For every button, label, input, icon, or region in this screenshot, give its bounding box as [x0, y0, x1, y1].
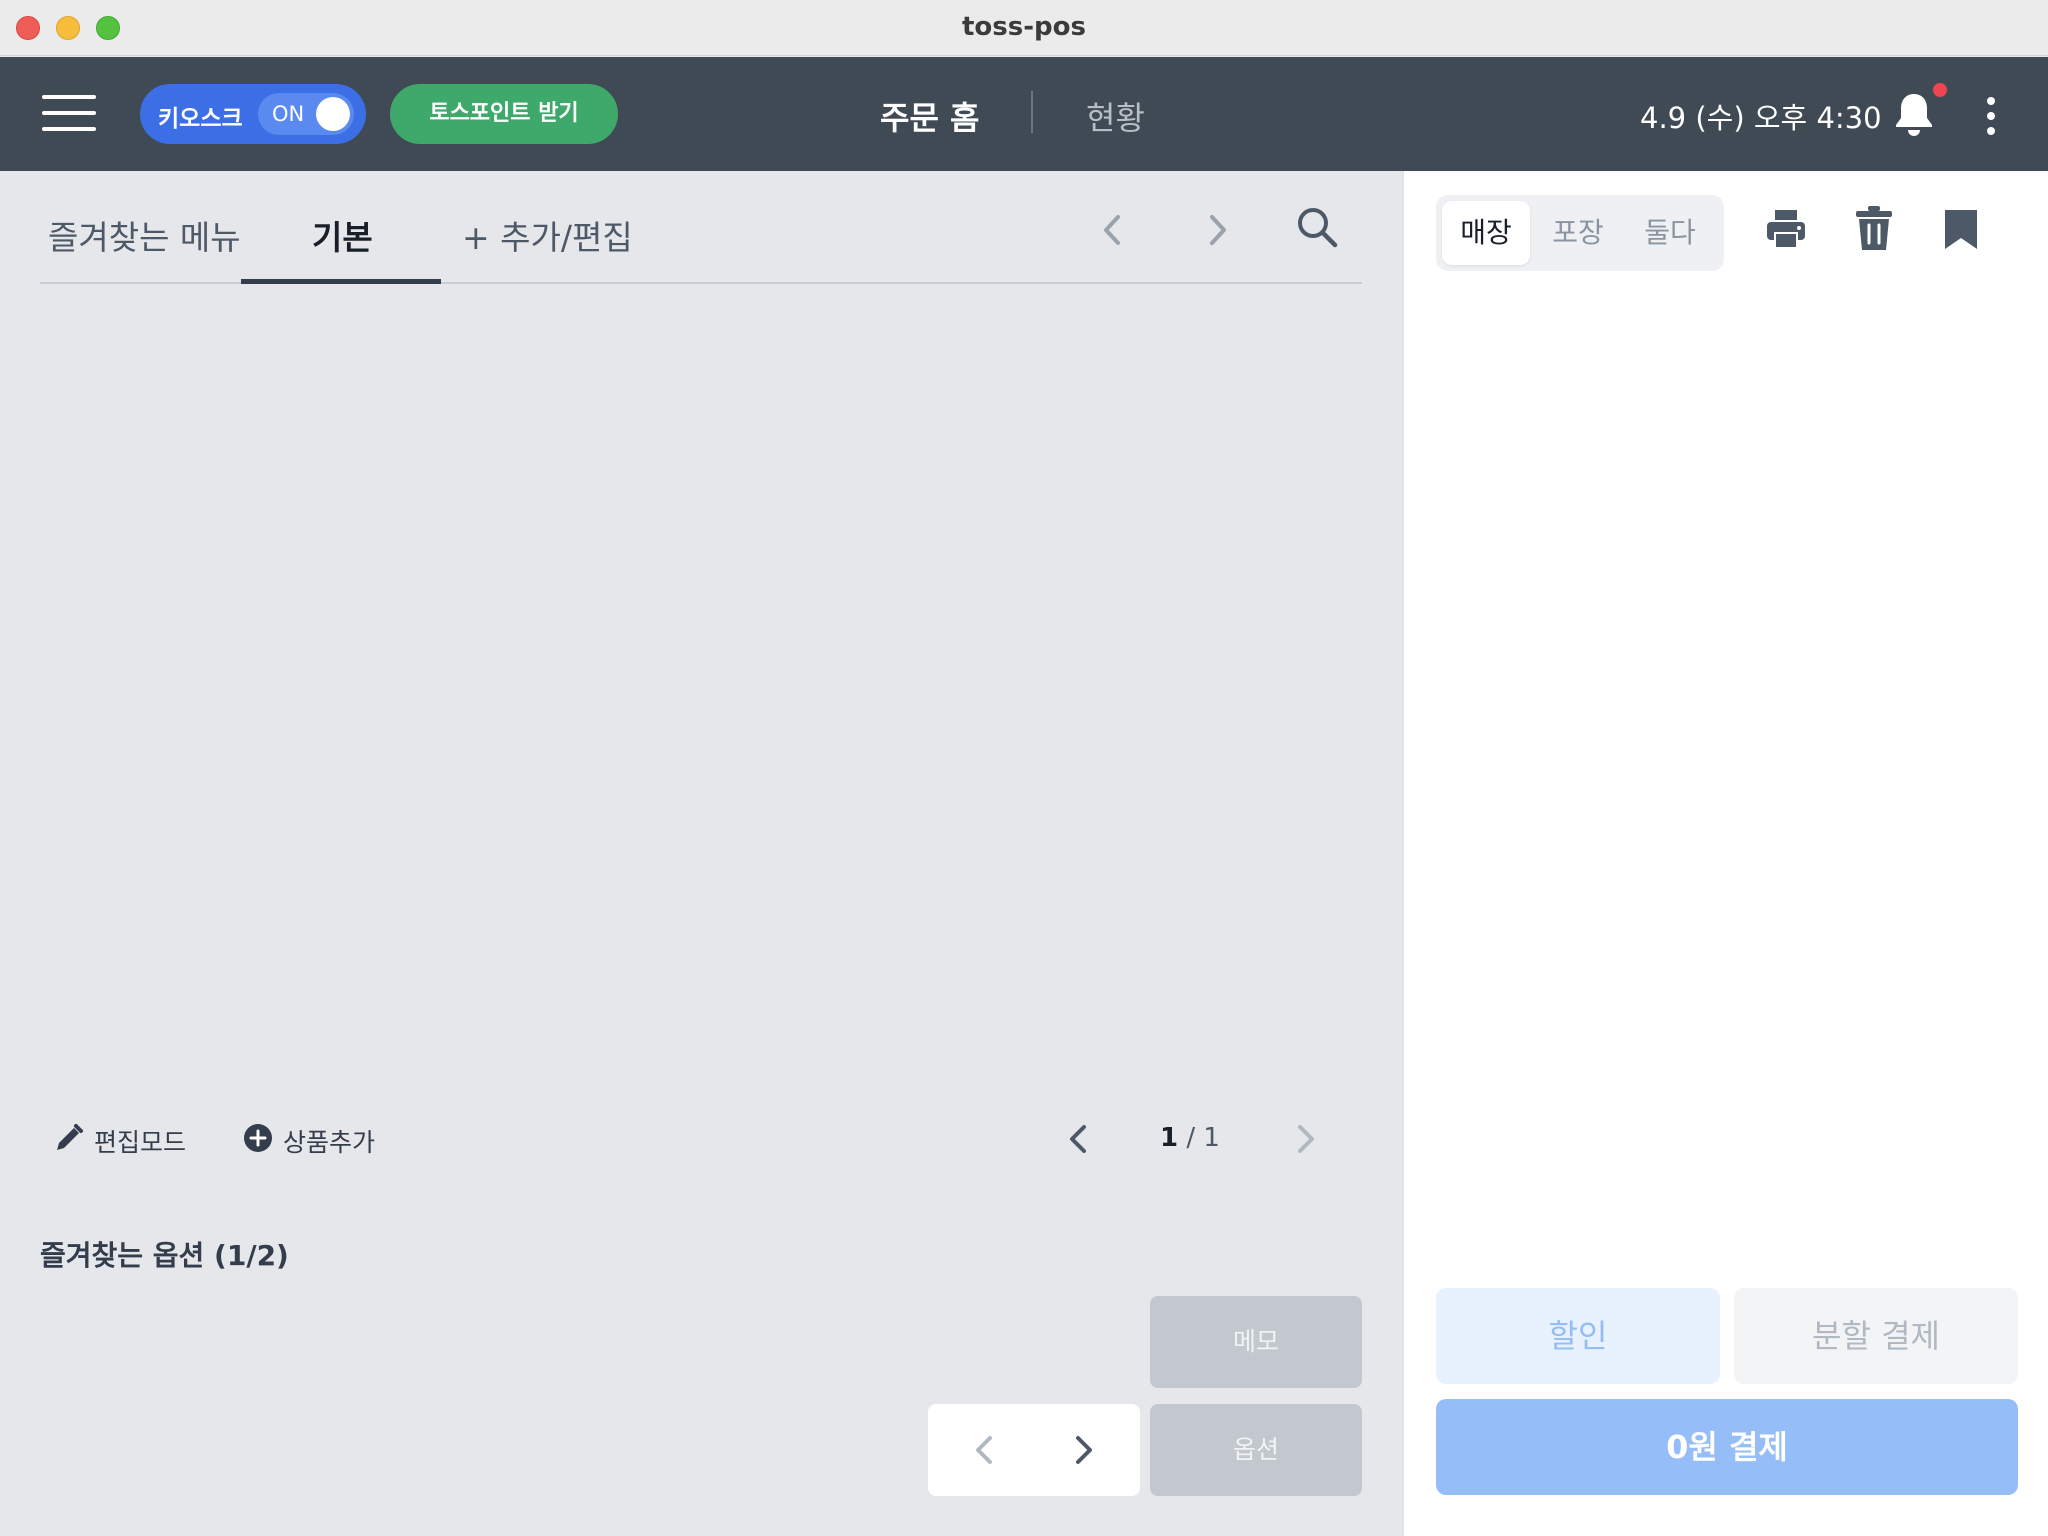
search-icon[interactable] — [1295, 205, 1339, 249]
option-pager — [928, 1404, 1140, 1496]
printer-icon[interactable] — [1764, 207, 1808, 251]
option-button[interactable]: 옵션 — [1150, 1404, 1362, 1496]
page-separator: / — [1178, 1123, 1204, 1153]
kiosk-toggle-button[interactable]: 키오스크 ON — [140, 84, 366, 144]
top-navigation-bar: 키오스크 ON 토스포인트 받기 주문 홈 현황 4.9 (수) 오후 4:30 — [0, 57, 2048, 171]
add-product-label: 상품추가 — [283, 1128, 376, 1157]
nav-status[interactable]: 현황 — [1086, 93, 1145, 139]
tabs-divider — [40, 282, 1362, 284]
kiosk-switch-state: ON — [272, 102, 305, 126]
discount-button[interactable]: 할인 — [1436, 1288, 1720, 1384]
chevron-right-icon[interactable] — [1288, 1119, 1324, 1159]
page-indicator: 1 / 1 — [1140, 1123, 1240, 1153]
memo-button[interactable]: 메모 — [1150, 1296, 1362, 1388]
pay-button[interactable]: 0원 결제 — [1436, 1399, 2018, 1495]
trash-icon[interactable] — [1854, 204, 1894, 252]
order-type-both[interactable]: 둘다 — [1626, 201, 1714, 265]
nav-divider — [1031, 91, 1033, 133]
kiosk-label: 키오스크 — [158, 106, 243, 132]
menu-panel: 즐겨찾는 메뉴 기본 + 추가/편집 편집모드 상품추가 1 / 1 즐겨찾는 … — [0, 171, 1400, 1536]
toss-points-button[interactable]: 토스포인트 받기 — [390, 84, 618, 144]
pencil-icon — [57, 1124, 83, 1150]
plus-circle-icon — [244, 1124, 272, 1152]
edit-mode-label: 편집모드 — [94, 1128, 187, 1157]
notification-badge — [1933, 83, 1947, 97]
tab-basic[interactable]: 기본 — [312, 211, 373, 259]
chevron-left-icon[interactable] — [1060, 1119, 1096, 1159]
window-titlebar: toss-pos — [0, 0, 2048, 56]
order-type-takeout[interactable]: 포장 — [1534, 201, 1622, 265]
page-total: 1 — [1203, 1123, 1220, 1153]
switch-knob — [316, 97, 350, 131]
bookmark-icon[interactable] — [1942, 207, 1980, 251]
hamburger-icon[interactable] — [42, 93, 98, 133]
chevron-left-icon[interactable] — [966, 1430, 1002, 1470]
order-type-dine-in[interactable]: 매장 — [1442, 201, 1530, 265]
chevron-right-icon[interactable] — [1066, 1430, 1102, 1470]
kiosk-switch[interactable]: ON — [258, 93, 354, 135]
order-panel: 매장 포장 둘다 할인 분할 결제 0원 결제 — [1402, 171, 2048, 1536]
chevron-right-icon[interactable] — [1198, 207, 1238, 253]
nav-order-home[interactable]: 주문 홈 — [880, 93, 979, 139]
order-type-selector: 매장 포장 둘다 — [1436, 195, 1724, 271]
bell-icon[interactable] — [1892, 91, 1936, 137]
page-current: 1 — [1160, 1123, 1179, 1153]
tab-favorite-menu[interactable]: 즐겨찾는 메뉴 — [48, 211, 241, 259]
split-payment-button[interactable]: 분할 결제 — [1734, 1288, 2018, 1384]
more-vertical-icon[interactable] — [1984, 97, 1998, 135]
chevron-left-icon[interactable] — [1092, 207, 1132, 253]
favorite-options-title: 즐겨찾는 옵션 (1/2) — [40, 1239, 289, 1272]
active-tab-indicator — [241, 279, 441, 284]
current-datetime: 4.9 (수) 오후 4:30 — [1640, 101, 1882, 135]
window-title: toss-pos — [962, 12, 1086, 42]
tab-add-edit[interactable]: + 추가/편집 — [462, 211, 633, 259]
